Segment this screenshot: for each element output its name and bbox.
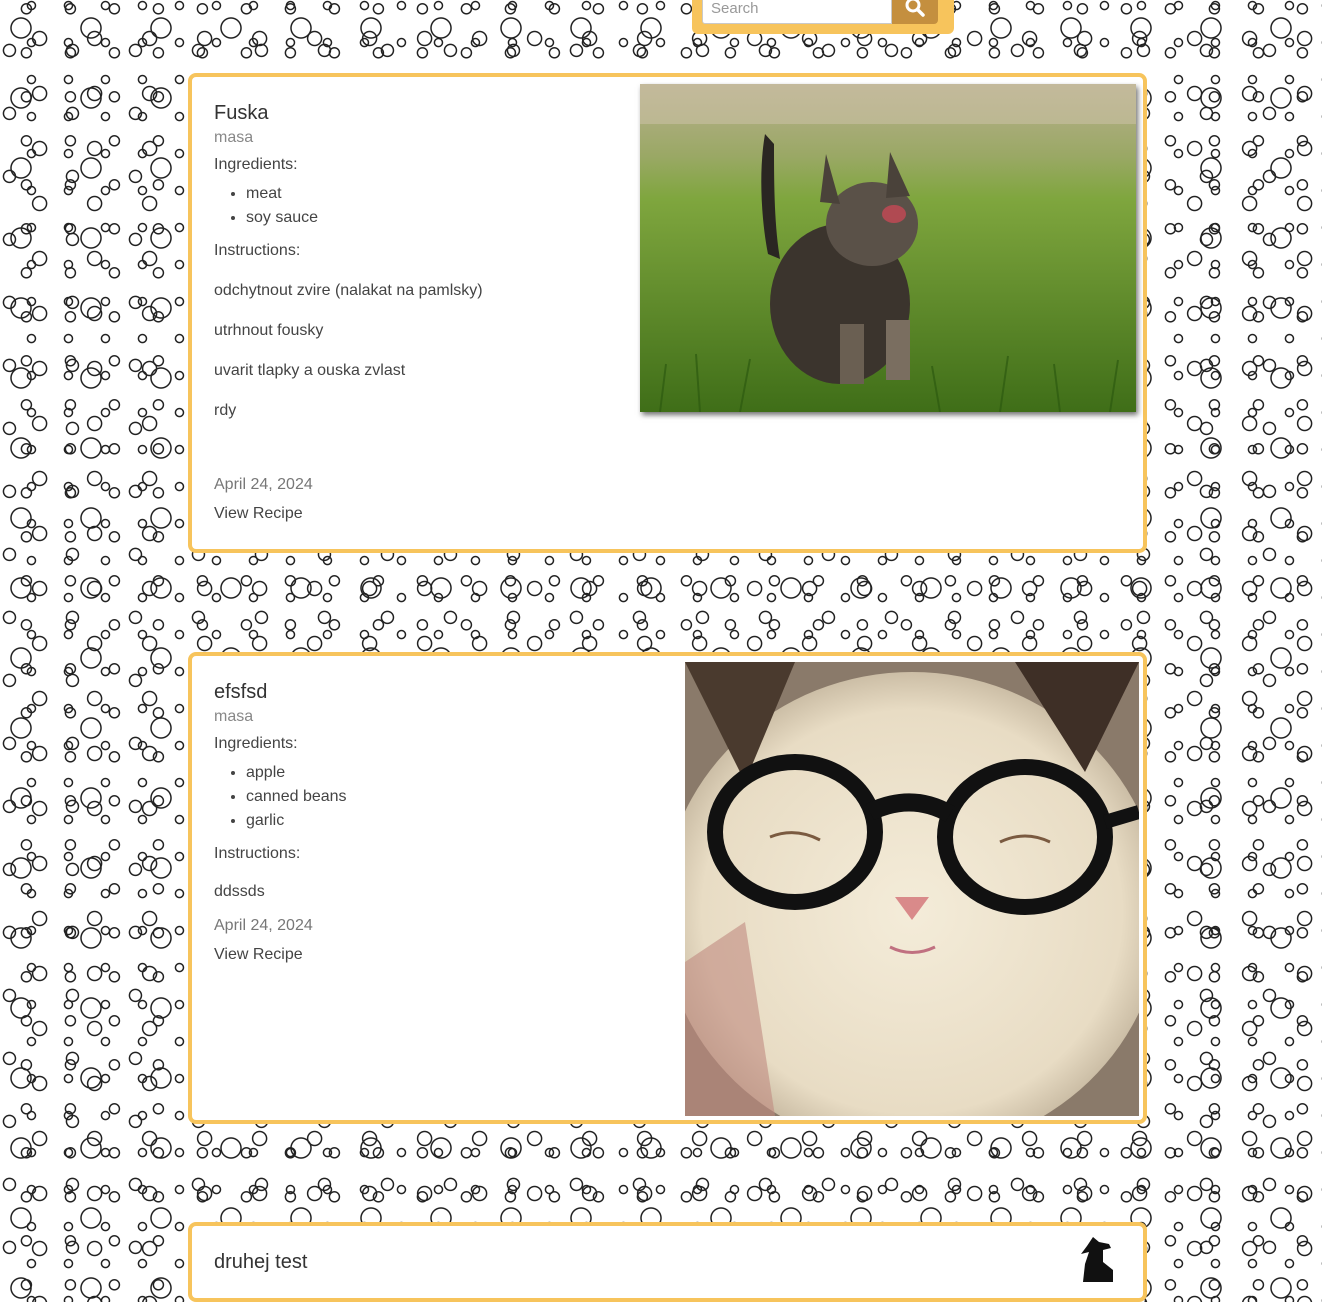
- recipe-date: April 24, 2024: [214, 476, 313, 493]
- recipe-card-body: efsfsd masa Ingredients: apple canned be…: [214, 680, 634, 964]
- instruction-step: ddssds: [214, 883, 265, 900]
- search-button[interactable]: [892, 0, 938, 24]
- search-icon: [905, 0, 925, 17]
- recipe-card: Fuska masa Ingredients: meat soy sauce I…: [188, 73, 1147, 553]
- ingredient-item: meat: [246, 182, 634, 206]
- recipe-category: masa: [214, 129, 254, 146]
- recipe-card: efsfsd masa Ingredients: apple canned be…: [188, 652, 1147, 1124]
- instructions-label: Instructions:: [214, 242, 301, 259]
- recipe-title: Fuska: [214, 102, 269, 124]
- recipe-card-body: druhej test: [214, 1250, 634, 1274]
- instruction-step: uvarit tlapky a ouska zvlast: [214, 362, 406, 379]
- ingredients-list: apple canned beans garlic: [214, 761, 634, 833]
- ingredient-item: canned beans: [246, 785, 634, 809]
- recipe-title: druhej test: [214, 1251, 308, 1273]
- instruction-step: rdy: [214, 402, 237, 419]
- recipe-card: druhej test: [188, 1222, 1147, 1302]
- cat-with-glasses-photo: [685, 662, 1139, 1116]
- search-bar: [692, 0, 954, 34]
- recipe-title: efsfsd: [214, 681, 268, 703]
- recipe-date: April 24, 2024: [214, 917, 313, 934]
- kitten-photo: [640, 84, 1136, 412]
- recipe-category: masa: [214, 708, 254, 725]
- search-input[interactable]: [702, 0, 892, 24]
- instructions-label: Instructions:: [214, 845, 301, 862]
- ingredient-item: apple: [246, 761, 634, 785]
- view-recipe-link[interactable]: View Recipe: [214, 505, 634, 523]
- view-recipe-link[interactable]: View Recipe: [214, 946, 634, 964]
- ingredients-list: meat soy sauce: [214, 182, 634, 230]
- ingredient-item: soy sauce: [246, 206, 634, 230]
- dog-silhouette-icon: [1081, 1237, 1113, 1282]
- ingredients-label: Ingredients:: [214, 735, 298, 752]
- instruction-step: utrhnout fousky: [214, 322, 324, 339]
- ingredient-item: garlic: [246, 809, 634, 833]
- recipe-card-body: Fuska masa Ingredients: meat soy sauce I…: [214, 101, 634, 523]
- recipe-image: [640, 84, 1136, 412]
- recipe-image: [685, 662, 1139, 1116]
- instruction-step: odchytnout zvire (nalakat na pamlsky): [214, 282, 483, 299]
- ingredients-label: Ingredients:: [214, 156, 298, 173]
